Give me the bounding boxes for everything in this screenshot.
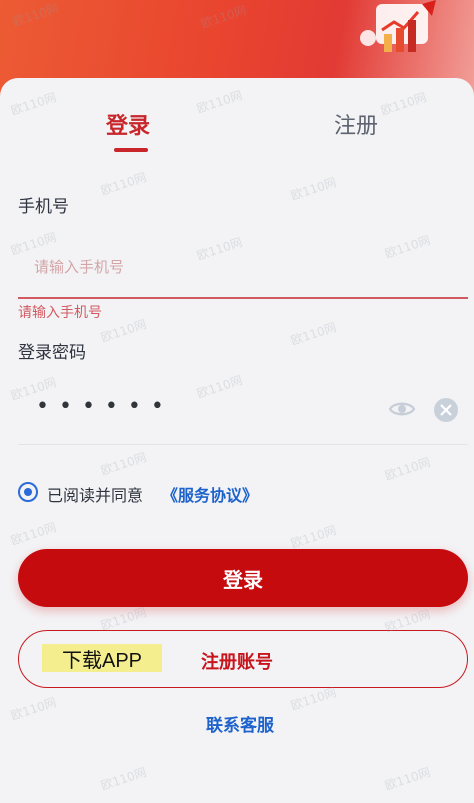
promo-illustration-icon <box>360 0 436 52</box>
terms-of-service-link[interactable]: 《服务协议》 <box>162 482 258 506</box>
phone-input-underline <box>18 297 468 299</box>
password-label: 登录密码 <box>18 343 86 363</box>
agreement-radio[interactable] <box>18 482 38 502</box>
login-button[interactable]: 登录 <box>18 549 468 607</box>
phone-label: 手机号 <box>18 197 69 217</box>
download-app-label[interactable]: 下载APP <box>42 644 162 672</box>
phone-error-message: 请输入手机号 <box>18 305 102 321</box>
tab-login[interactable]: 登录 <box>106 108 150 140</box>
contact-service-link[interactable]: 联系客服 <box>206 711 274 736</box>
clear-icon[interactable] <box>434 398 458 422</box>
password-input-underline <box>18 444 468 445</box>
password-input[interactable]: •••••• <box>36 394 174 419</box>
tab-register[interactable]: 注册 <box>334 108 378 140</box>
login-card <box>0 78 474 803</box>
register-account-label: 注册账号 <box>201 652 273 673</box>
phone-input[interactable]: 请输入手机号 <box>34 256 124 277</box>
radio-checked-dot <box>24 488 32 496</box>
active-tab-indicator <box>114 148 148 152</box>
eye-icon[interactable] <box>389 399 415 419</box>
agreement-text: 已阅读并同意 <box>47 486 144 505</box>
